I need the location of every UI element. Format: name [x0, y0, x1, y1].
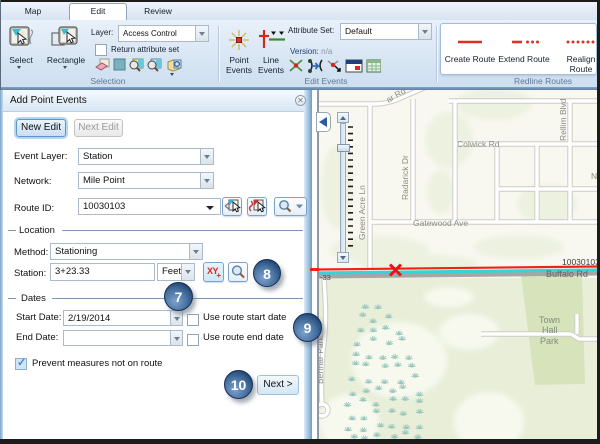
svg-text:Town: Town — [539, 315, 560, 325]
svg-text:10030103: 10030103 — [562, 257, 597, 267]
svg-text:Park: Park — [540, 336, 559, 346]
svg-text:Bermar Park: Bermar Park — [319, 336, 325, 384]
svg-text:Colwick Rd: Colwick Rd — [457, 139, 500, 149]
svg-text:Hall: Hall — [542, 325, 558, 335]
svg-text:Gatewood Ave: Gatewood Ave — [413, 218, 468, 228]
svg-text:Radarick Dr: Radarick Dr — [400, 155, 410, 200]
svg-text:Rellim Blvd: Rellim Blvd — [558, 98, 568, 141]
svg-text:Buffalo Rd: Buffalo Rd — [546, 269, 588, 279]
svg-text:-33: -33 — [320, 273, 331, 282]
svg-text:Green Acre Ln: Green Acre Ln — [357, 185, 367, 240]
